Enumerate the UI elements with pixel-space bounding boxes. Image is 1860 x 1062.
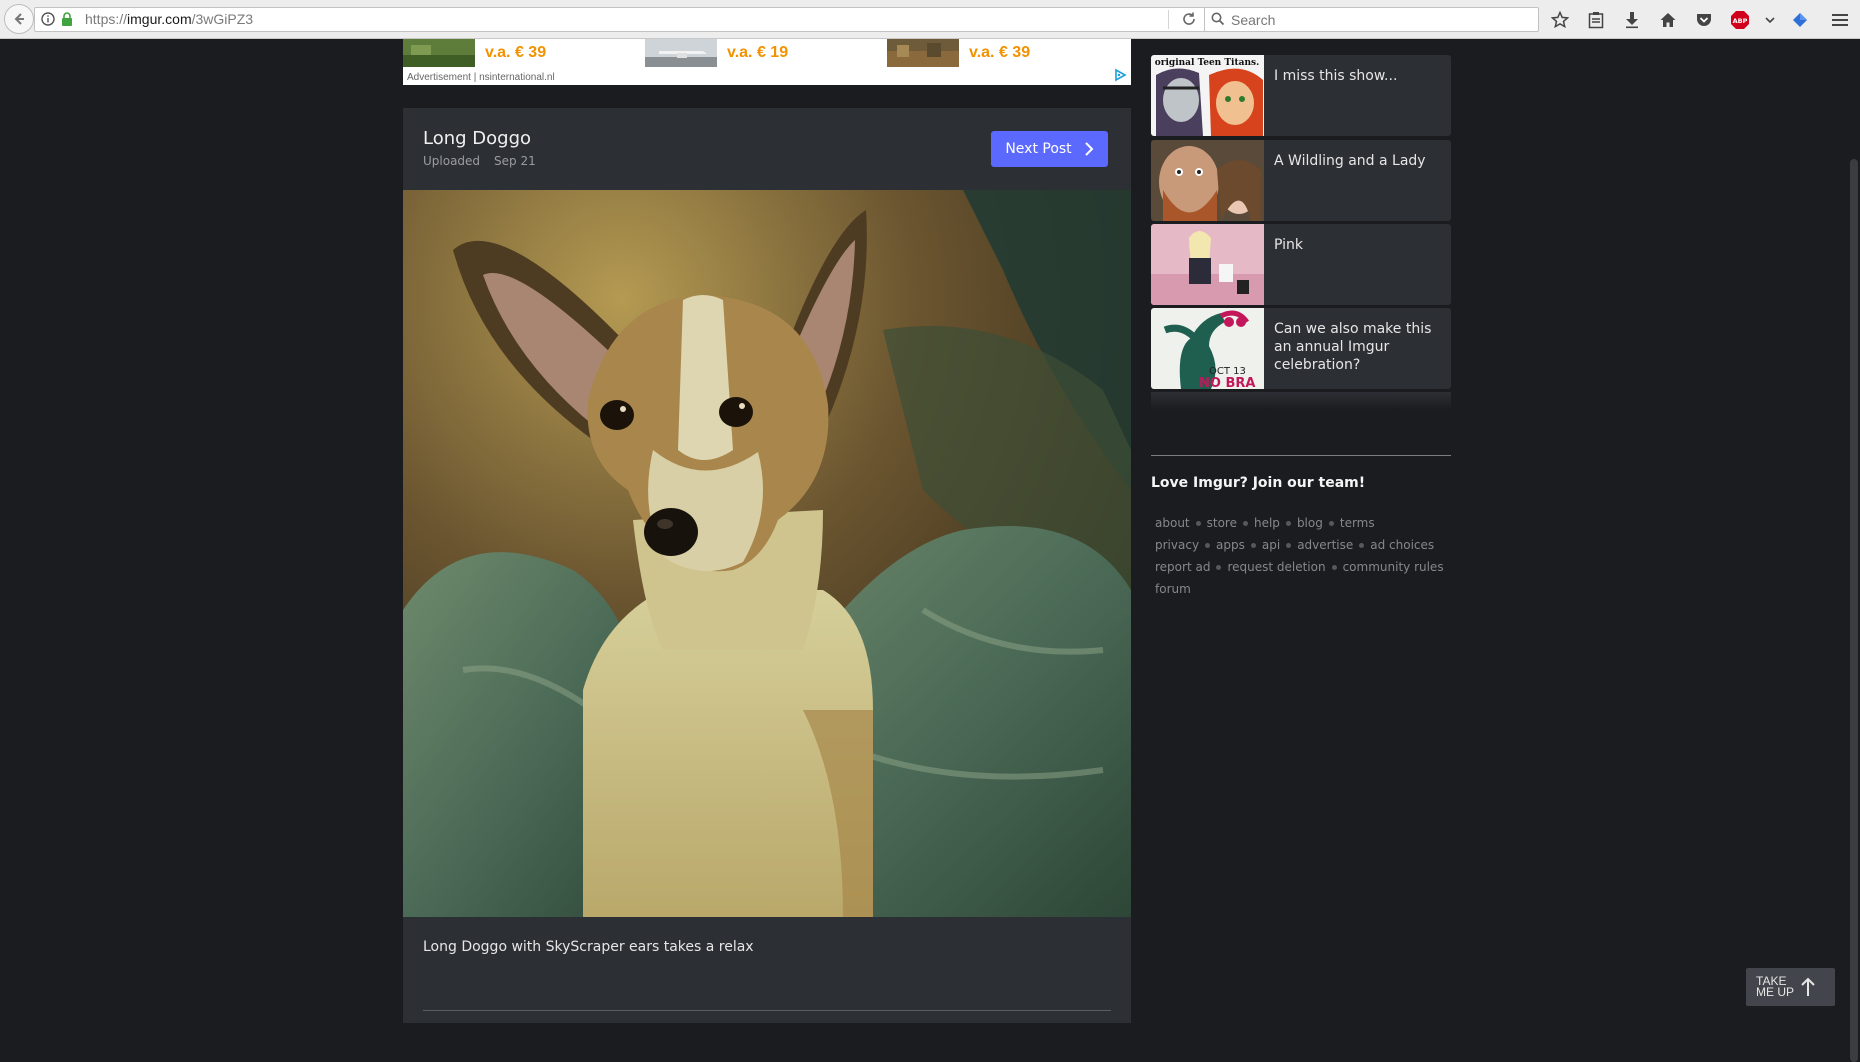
- footer-link-privacy[interactable]: privacy: [1155, 534, 1199, 556]
- download-icon: [1626, 12, 1638, 29]
- post-meta: Uploaded Sep 21: [423, 154, 536, 168]
- extension-diamond-icon: [1793, 13, 1807, 27]
- footer-link-apps[interactable]: apps: [1216, 534, 1245, 556]
- browser-search-input[interactable]: Search: [1204, 7, 1539, 32]
- post-title: Long Doggo: [423, 128, 532, 149]
- advertisement-banner[interactable]: v.a. € 39 v.a. € 19 v.a. € 39 Advertisem…: [403, 39, 1131, 85]
- lock-icon[interactable]: [61, 12, 73, 26]
- sidebar-thumbnail: OCT 13 NO BRA: [1151, 308, 1264, 389]
- footer-link-report-ad[interactable]: report ad: [1155, 556, 1210, 578]
- post-header: Long Doggo Uploaded Sep 21 Next Post: [403, 108, 1131, 190]
- hamburger-icon: [1832, 14, 1848, 26]
- upload-date: Sep 21: [494, 154, 536, 168]
- back-button[interactable]: [4, 4, 34, 34]
- page-scrollbar[interactable]: [1842, 39, 1860, 1062]
- footer-link-ad-choices[interactable]: ad choices: [1370, 534, 1434, 556]
- reload-icon[interactable]: [1181, 11, 1197, 27]
- uploaded-label: Uploaded: [423, 154, 481, 168]
- footer-link-blog[interactable]: blog: [1297, 512, 1323, 534]
- sidebar-thumbnail: [1151, 224, 1264, 305]
- adchoices-icon[interactable]: [1113, 68, 1127, 82]
- url-text[interactable]: https://imgur.com/3wGiPZ3: [85, 11, 253, 27]
- post-description: Long Doggo with SkyScraper ears takes a …: [423, 939, 754, 955]
- footer-link-request-deletion[interactable]: request deletion: [1227, 556, 1325, 578]
- ad-item[interactable]: v.a. € 39: [403, 39, 546, 67]
- footer-links: about store help blog terms privacy apps…: [1155, 512, 1455, 600]
- adblock-dropdown[interactable]: [1764, 8, 1776, 32]
- sidebar-item-label: I miss this show...: [1274, 68, 1398, 84]
- pocket-button[interactable]: [1692, 8, 1716, 32]
- footer-link-help[interactable]: help: [1254, 512, 1280, 534]
- home-button[interactable]: [1656, 8, 1680, 32]
- footer-link-about[interactable]: about: [1155, 512, 1190, 534]
- take-me-up-line2: ME UP: [1756, 985, 1795, 999]
- chevron-down-icon: [1765, 17, 1775, 24]
- next-post-label: Next Post: [1005, 141, 1072, 157]
- sidebar-item[interactable]: OCT 13 NO BRA Can we also make this an a…: [1151, 308, 1451, 389]
- divider: [423, 1010, 1111, 1011]
- footer-link-community-rules[interactable]: community rules: [1343, 556, 1444, 578]
- scrollbar-thumb[interactable]: [1850, 159, 1858, 1062]
- home-icon: [1660, 13, 1676, 27]
- divider: [1151, 455, 1451, 456]
- arrow-left-icon: [14, 13, 24, 25]
- chevron-right-icon: [1084, 142, 1094, 156]
- sidebar-item-label: Can we also make this an annual Imgur ce…: [1274, 321, 1432, 373]
- ad-thumbnail-landscape: [403, 39, 475, 67]
- sidebar-thumbnail: [1151, 140, 1264, 221]
- thumb-caption: original Teen Titans.: [1155, 58, 1259, 68]
- extension-button[interactable]: [1788, 8, 1812, 32]
- sidebar-item[interactable]: A Wildling and a Lady: [1151, 140, 1451, 221]
- star-icon: [1551, 11, 1569, 29]
- post-container: Long Doggo Uploaded Sep 21 Next Post Lon…: [403, 108, 1131, 1023]
- footer-link-advertise[interactable]: advertise: [1297, 534, 1353, 556]
- sidebar-item-label: A Wildling and a Lady: [1274, 153, 1426, 169]
- footer-link-forum[interactable]: forum: [1155, 578, 1191, 600]
- thumb-slogan: NO BRA: [1199, 376, 1255, 389]
- sidebar-item[interactable]: Pink: [1151, 224, 1451, 305]
- join-team-link[interactable]: Love Imgur? Join our team!: [1151, 475, 1365, 491]
- pocket-icon: [1697, 14, 1711, 26]
- ad-thumbnail-airplane: [645, 39, 717, 67]
- ad-thumbnail-city: [887, 39, 959, 67]
- take-me-up-button[interactable]: TAKE ME UP: [1746, 968, 1835, 1006]
- sidebar-fade: [1151, 392, 1451, 410]
- reading-list-button[interactable]: [1584, 8, 1608, 32]
- downloads-button[interactable]: [1620, 8, 1644, 32]
- clipboard-icon: [1588, 12, 1604, 29]
- ad-caption: Advertisement | nsinternational.nl: [407, 72, 555, 83]
- info-icon[interactable]: [41, 12, 55, 26]
- svg-text:ABP: ABP: [1733, 17, 1748, 25]
- footer-link-api[interactable]: api: [1262, 534, 1280, 556]
- next-post-button[interactable]: Next Post: [991, 131, 1108, 167]
- post-image[interactable]: [403, 190, 1131, 917]
- ad-item[interactable]: v.a. € 39: [887, 39, 1030, 67]
- adblock-icon: ABP: [1731, 11, 1749, 29]
- dog-photo: [403, 190, 1131, 917]
- hamburger-menu-button[interactable]: [1828, 8, 1852, 32]
- footer-link-store[interactable]: store: [1207, 512, 1237, 534]
- ad-item[interactable]: v.a. € 19: [645, 39, 788, 67]
- url-bar[interactable]: https://imgur.com/3wGiPZ3: [34, 7, 1206, 32]
- sidebar-thumbnail: original Teen Titans.: [1151, 55, 1264, 136]
- adblock-button[interactable]: ABP: [1728, 8, 1752, 32]
- sidebar-item-label: Pink: [1274, 237, 1304, 253]
- bookmark-star-button[interactable]: [1548, 8, 1572, 32]
- sidebar-item[interactable]: original Teen Titans. I miss this show..…: [1151, 55, 1451, 136]
- search-icon: [1211, 12, 1225, 26]
- arrow-up-icon: [1801, 977, 1815, 996]
- browser-toolbar: https://imgur.com/3wGiPZ3 Search ABP: [0, 0, 1860, 39]
- footer-link-terms[interactable]: terms: [1340, 512, 1375, 534]
